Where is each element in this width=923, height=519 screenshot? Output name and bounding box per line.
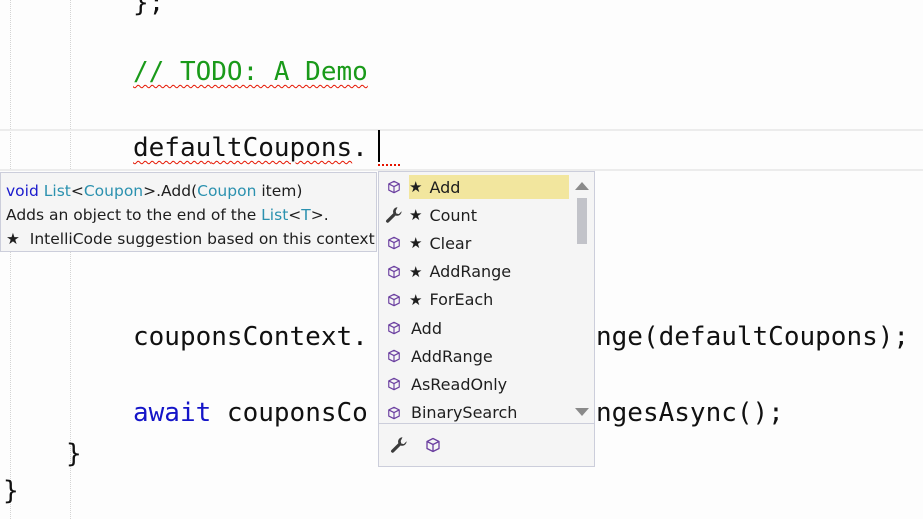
method-description: Adds an object to the end of the List<T>… (6, 206, 329, 224)
scroll-thumb[interactable] (577, 198, 587, 244)
method-cube-icon (379, 293, 409, 307)
completion-item-label-wrap: ★ Clear (409, 231, 569, 255)
property-wrench-icon (379, 205, 409, 225)
star-icon: ★ (409, 290, 423, 309)
star-icon: ★ (409, 206, 423, 225)
typed-line[interactable]: defaultCoupons. (133, 131, 368, 165)
inner-close-brace: } (66, 439, 82, 469)
completion-item-label: AddRange (429, 262, 512, 282)
completion-item-label: Clear (429, 233, 472, 253)
completion-item-label: Add (429, 177, 461, 197)
await-line-right: ngesAsync(); (596, 398, 784, 428)
outer-close-brace: } (3, 476, 19, 506)
method-cube-icon (379, 321, 409, 335)
completion-item-label: BinarySearch (411, 403, 518, 423)
quick-info-tooltip: void List<Coupon>.Add(Coupon item) Adds … (0, 172, 377, 252)
completion-item-label-wrap: ★ AddRange (409, 260, 569, 284)
typed-rest: ltCoupons (211, 133, 353, 163)
scroll-up-arrow-icon[interactable] (575, 182, 589, 190)
completion-item-label-wrap: ★ Add (409, 175, 569, 200)
intellicode-note: ★ IntelliCode suggestion based on this c… (6, 230, 375, 248)
star-icon: ★ (409, 178, 423, 197)
completion-item[interactable]: ★ Count (379, 201, 569, 229)
completion-item-label-wrap: ★ Count (409, 203, 569, 227)
completion-item[interactable]: ★ ForEach (379, 286, 569, 314)
completion-item-label-wrap: Add (409, 316, 569, 340)
star-icon: ★ (409, 234, 423, 253)
completion-list[interactable]: ★ Add ★ Count ★ Clear ★ AddRange ★ ForEach Add AddR… (378, 171, 595, 467)
method-cube-icon (379, 180, 409, 194)
completion-item-label-wrap: BinarySearch (409, 401, 569, 425)
completion-item-label-wrap: AsReadOnly (409, 372, 569, 396)
star-icon: ★ (409, 262, 423, 281)
typed-dot: . (352, 133, 368, 163)
property-filter-button[interactable] (387, 433, 411, 457)
completion-item-label: Add (411, 318, 442, 338)
completion-item[interactable]: ★ AddRange (379, 258, 569, 286)
scroll-down-arrow-icon[interactable] (575, 408, 589, 416)
completion-item-label: AsReadOnly (411, 374, 508, 394)
method-cube-icon (379, 406, 409, 420)
completion-filter-bar (379, 423, 594, 466)
error-squiggle (378, 158, 400, 166)
indent-guide (10, 0, 11, 519)
method-signature: void List<Coupon>.Add(Coupon item) (6, 182, 303, 200)
completion-items: ★ Add ★ Count ★ Clear ★ AddRange ★ ForEach Add AddR… (379, 172, 569, 427)
coupons-context-line-left: couponsContext. (133, 322, 368, 352)
todo-comment: // TODO: A Demo (133, 57, 368, 87)
completion-item-label-wrap: AddRange (409, 344, 569, 368)
method-cube-icon (379, 349, 409, 363)
await-keyword: await (133, 398, 212, 428)
typed-prefix: defau (133, 133, 212, 163)
completion-item-label: ForEach (429, 290, 494, 310)
completion-item[interactable]: ★ Add (379, 173, 569, 201)
method-cube-icon (379, 236, 409, 250)
coupons-context-line-right: nge(defaultCoupons); (596, 322, 910, 352)
await-line-left: await couponsCo (133, 396, 368, 430)
completion-item[interactable]: AddRange (379, 342, 569, 370)
completion-scrollbar[interactable] (571, 176, 593, 422)
completion-item[interactable]: AsReadOnly (379, 370, 569, 398)
cube-icon (426, 437, 440, 453)
method-cube-icon (379, 265, 409, 279)
completion-item-label: Count (429, 205, 477, 225)
completion-item[interactable]: ★ Clear (379, 229, 569, 257)
method-filter-button[interactable] (421, 433, 445, 457)
completion-item-label-wrap: ★ ForEach (409, 288, 569, 312)
completion-item-label: AddRange (411, 346, 493, 366)
wrench-icon (391, 437, 407, 453)
method-cube-icon (379, 377, 409, 391)
completion-item[interactable]: Add (379, 314, 569, 342)
star-icon: ★ (6, 230, 20, 248)
code-top-fragment: }; (133, 0, 165, 18)
await-line-text: couponsCo (211, 398, 368, 428)
